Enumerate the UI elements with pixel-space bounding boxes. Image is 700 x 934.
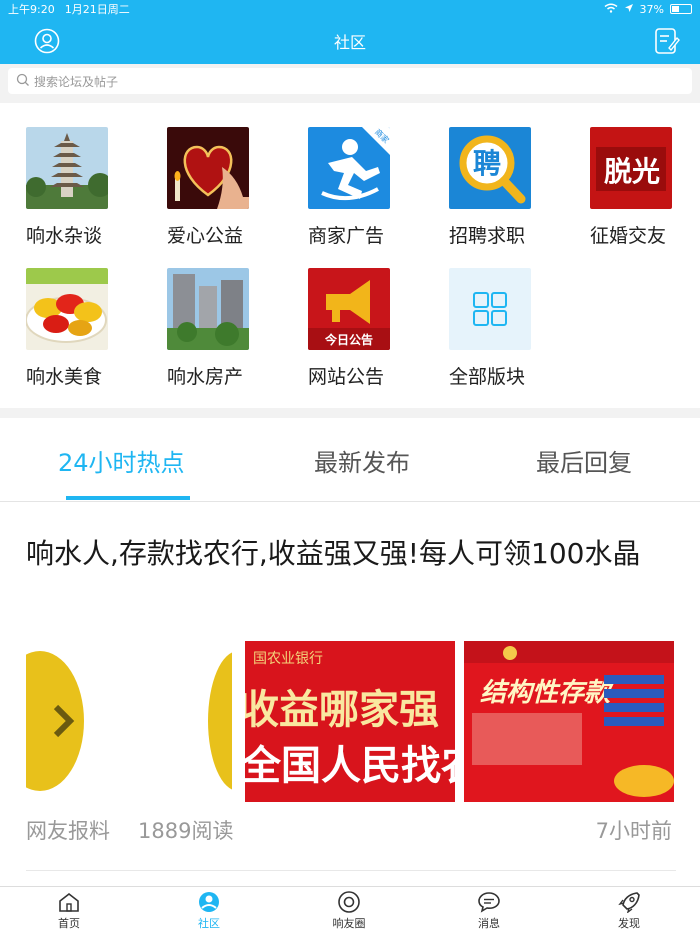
divider (26, 870, 676, 871)
post-time: 7小时前 (595, 819, 672, 843)
megaphone-caption: 今日公告 (324, 332, 373, 347)
post-source: 网友报料 (26, 819, 110, 843)
post-image-blur-left[interactable] (26, 641, 236, 802)
recruit-magnifier-icon: 聘 (449, 127, 531, 209)
profile-icon[interactable] (34, 28, 60, 54)
grid-icon (449, 268, 531, 350)
tabbar-label: 响友圈 (332, 917, 366, 930)
calligraphy-glyph: 脱光 (604, 155, 660, 188)
board-label: 响水房产 (167, 366, 244, 388)
board-label: 爱心公益 (167, 225, 244, 247)
banner-header: 国农业银行 (253, 651, 323, 667)
tabbar-item-discover[interactable]: 发现 (594, 891, 664, 931)
heart-photo (167, 127, 249, 209)
message-icon (478, 892, 500, 913)
wifi-icon (604, 3, 618, 16)
board-item[interactable]: 脱光 征婚交友 (590, 127, 680, 248)
rocket-icon (618, 892, 640, 913)
bottom-tabbar: 首页 社区 响友圈 消息 发现 (0, 886, 700, 934)
calligraphy-photo: 脱光 (590, 127, 672, 209)
board-label: 响水杂谈 (26, 225, 103, 247)
pagoda-photo (26, 127, 108, 209)
battery-fill (672, 6, 679, 12)
recruit-glyph: 聘 (473, 147, 501, 180)
board-item[interactable]: 今日公告 网站公告 (308, 268, 398, 389)
board-label: 征婚交友 (590, 225, 667, 247)
status-time: 上午9:20 (8, 3, 55, 16)
tabbar-item-circle[interactable]: 响友圈 (314, 891, 384, 931)
post-image-deposit[interactable]: 结构性存款 (464, 641, 674, 802)
board-item[interactable]: 商家 商家广告 (308, 127, 398, 248)
battery-icon (670, 4, 692, 14)
search-input[interactable]: 搜索论坛及帖子 (8, 68, 692, 94)
deposit-headline: 结构性存款 (480, 678, 614, 708)
community-icon (199, 892, 219, 912)
board-label: 商家广告 (308, 225, 385, 247)
tabbar-item-messages[interactable]: 消息 (454, 891, 524, 931)
tab-last-reply[interactable]: 最后回复 (536, 443, 632, 478)
home-icon (59, 892, 79, 912)
board-item[interactable]: 响水房产 (167, 268, 257, 389)
search-bar: 搜索论坛及帖子 (0, 64, 700, 98)
nav-bar: 社区 (0, 18, 700, 64)
post-image-banner[interactable]: 国农业银行 收益哪家强 全国人民找农 (245, 641, 455, 802)
megaphone-icon: 今日公告 (308, 268, 390, 350)
buildings-photo (167, 268, 249, 350)
board-label: 全部版块 (449, 366, 526, 388)
merchant-runner-icon: 商家 (308, 127, 390, 209)
search-icon (16, 73, 34, 90)
feed-tabs: 24小时热点 最新发布 最后回复 (0, 418, 700, 502)
tab-latest[interactable]: 最新发布 (314, 443, 410, 478)
compose-icon[interactable] (654, 27, 680, 55)
tabbar-label: 社区 (198, 917, 220, 930)
circle-icon (338, 891, 360, 913)
tabbar-label: 消息 (478, 917, 500, 930)
board-item[interactable]: 爱心公益 (167, 127, 257, 248)
tab-active-indicator (66, 496, 190, 500)
board-label: 招聘求职 (449, 225, 526, 247)
board-item[interactable]: 响水杂谈 (26, 127, 116, 248)
page-title: 社区 (333, 33, 366, 52)
post-read-count: 1889阅读 (138, 819, 234, 843)
board-grid: 响水杂谈 爱心公益 商家 商家广告 聘 招聘求职 脱光 征婚交友 响水美食 响水… (0, 103, 700, 408)
tabbar-item-home[interactable]: 首页 (34, 891, 104, 931)
board-item[interactable]: 全部版块 (449, 268, 539, 389)
banner-subline: 全国人民找农 (245, 743, 455, 789)
food-photo (26, 268, 108, 350)
status-bar: 上午9:20 1月21日周二 37% (0, 0, 700, 18)
board-item[interactable]: 聘 招聘求职 (449, 127, 539, 248)
search-placeholder: 搜索论坛及帖子 (34, 74, 119, 89)
board-item[interactable]: 响水美食 (26, 268, 116, 389)
post-list: 响水人,存款找农行,收益强又强!每人可领100水晶 国农业银行 收益哪家强 全国… (0, 502, 700, 886)
status-date: 1月21日周二 (64, 3, 130, 16)
board-label: 响水美食 (26, 366, 103, 388)
tabbar-item-community[interactable]: 社区 (174, 891, 244, 931)
battery-percent: 37% (639, 2, 664, 16)
banner-headline: 收益哪家强 (245, 687, 439, 733)
tabbar-label: 发现 (618, 917, 640, 930)
tab-24h-hot[interactable]: 24小时热点 (58, 443, 185, 478)
post-title[interactable]: 响水人,存款找农行,收益强又强!每人可领100水晶 (26, 532, 676, 576)
board-label: 网站公告 (308, 366, 385, 388)
location-icon (624, 3, 634, 16)
tabbar-label: 首页 (58, 917, 80, 930)
